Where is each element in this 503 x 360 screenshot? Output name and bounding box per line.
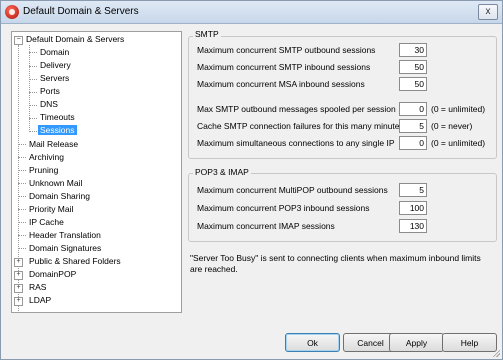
single-ip-label: Maximum simultaneous connections to any … (197, 138, 395, 148)
expand-icon[interactable]: + (14, 284, 23, 293)
tree-item-priority-mail[interactable]: Priority Mail (29, 203, 73, 216)
ok-button[interactable]: Ok (285, 333, 340, 352)
multipop-input[interactable] (399, 183, 427, 197)
tree-item-ras[interactable]: RAS (29, 281, 46, 294)
tree-item-domain-sharing[interactable]: Domain Sharing (29, 190, 90, 203)
apply-button[interactable]: Apply (389, 333, 444, 352)
pop3-inbound-label: Maximum concurrent POP3 inbound sessions (197, 203, 370, 213)
tree-item-unknown-mail[interactable]: Unknown Mail (29, 177, 82, 190)
unlimited-hint: (0 = unlimited) (431, 104, 486, 114)
tree-item-mail-release[interactable]: Mail Release (29, 138, 78, 151)
spooled-messages-label: Max SMTP outbound messages spooled per s… (197, 104, 396, 114)
cache-failures-input[interactable] (399, 119, 427, 133)
tree-item-domain-signatures[interactable]: Domain Signatures (29, 242, 101, 255)
help-button[interactable]: Help (442, 333, 497, 352)
pop3-inbound-input[interactable] (399, 201, 427, 215)
imap-sessions-label: Maximum concurrent IMAP sessions (197, 221, 335, 231)
tree-item-pruning[interactable]: Pruning (29, 164, 58, 177)
tree-item-sessions[interactable]: Sessions (38, 124, 77, 137)
msa-inbound-label: Maximum concurrent MSA inbound sessions (197, 79, 365, 89)
tree-item-domain[interactable]: Domain (40, 46, 69, 59)
spooled-messages-input[interactable] (399, 102, 427, 116)
tree-item-public-shared-folders[interactable]: Public & Shared Folders (29, 255, 121, 268)
smtp-group-label: SMTP (193, 29, 221, 39)
single-ip-input[interactable] (399, 136, 427, 150)
resize-grip-icon[interactable] (492, 349, 500, 357)
tree-item-delivery[interactable]: Delivery (40, 59, 71, 72)
app-icon (5, 5, 19, 19)
imap-sessions-input[interactable] (399, 219, 427, 233)
expand-icon[interactable]: + (14, 258, 23, 267)
smtp-outbound-input[interactable] (399, 43, 427, 57)
tree-item-label: Sessions (38, 125, 77, 135)
tree-item-ldap[interactable]: LDAP (29, 294, 51, 307)
smtp-outbound-label: Maximum concurrent SMTP outbound session… (197, 45, 376, 55)
smtp-inbound-label: Maximum concurrent SMTP inbound sessions (197, 62, 371, 72)
settings-tree[interactable]: − Default Domain & Servers Domain Delive… (11, 31, 182, 313)
tree-item-header-translation[interactable]: Header Translation (29, 229, 101, 242)
pop-imap-group-label: POP3 & IMAP (193, 167, 251, 177)
smtp-inbound-input[interactable] (399, 60, 427, 74)
server-busy-note: "Server Too Busy" is sent to connecting … (190, 253, 481, 274)
tree-item-servers[interactable]: Servers (40, 72, 69, 85)
window-title: Default Domain & Servers (23, 6, 139, 17)
unlimited-hint: (0 = unlimited) (431, 138, 486, 148)
tree-item-root[interactable]: Default Domain & Servers (26, 33, 124, 46)
title-bar[interactable]: Default Domain & Servers x (1, 1, 502, 24)
expand-icon[interactable]: + (14, 297, 23, 306)
tree-item-archiving[interactable]: Archiving (29, 151, 64, 164)
tree-item-ip-cache[interactable]: IP Cache (29, 216, 64, 229)
expand-icon[interactable]: + (14, 271, 23, 280)
multipop-label: Maximum concurrent MultiPOP outbound ses… (197, 185, 388, 195)
collapse-icon[interactable]: − (14, 36, 23, 45)
never-hint: (0 = never) (431, 121, 473, 131)
msa-inbound-input[interactable] (399, 77, 427, 91)
tree-item-dns[interactable]: DNS (40, 98, 58, 111)
cache-failures-label: Cache SMTP connection failures for this … (197, 121, 404, 131)
tree-item-ports[interactable]: Ports (40, 85, 60, 98)
tree-item-domainpop[interactable]: DomainPOP (29, 268, 76, 281)
tree-item-timeouts[interactable]: Timeouts (40, 111, 75, 124)
close-button[interactable]: x (478, 4, 498, 20)
dialog-window: Default Domain & Servers x − Default Dom… (0, 0, 503, 360)
